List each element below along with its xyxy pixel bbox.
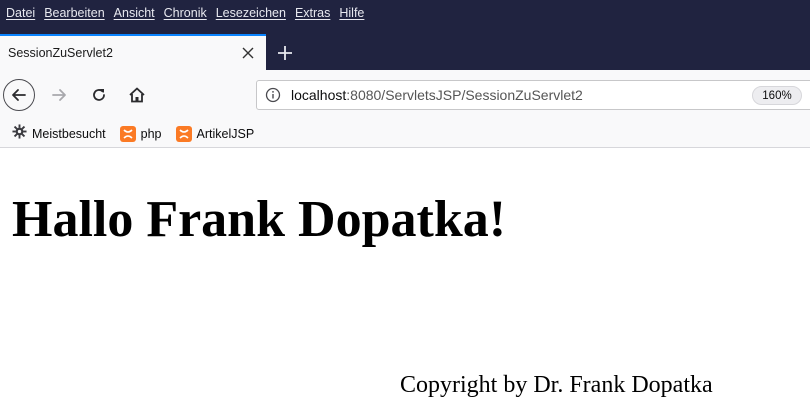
menu-chronik[interactable]: Chronik — [164, 6, 207, 20]
menu-ansicht[interactable]: Ansicht — [114, 6, 155, 20]
bookmark-label: Meistbesucht — [32, 126, 106, 141]
tab-strip: SessionZuServlet2 — [0, 26, 810, 70]
back-arrow-icon[interactable] — [3, 79, 35, 111]
menu-bearbeiten[interactable]: Bearbeiten — [44, 6, 104, 20]
bookmark-artikeljsp[interactable]: ArtikelJSP — [175, 125, 255, 142]
menu-bar: Datei Bearbeiten Ansicht Chronik Lesezei… — [0, 0, 810, 26]
zoom-badge[interactable]: 160% — [752, 86, 802, 105]
bookmark-label: ArtikelJSP — [196, 126, 255, 141]
menu-datei[interactable]: Datei — [6, 6, 35, 20]
url-text[interactable]: localhost:8080/ServletsJSP/SessionZuServ… — [291, 87, 583, 103]
menu-hilfe[interactable]: Hilfe — [339, 6, 364, 20]
gear-icon — [12, 123, 27, 144]
xampp-icon — [175, 125, 192, 142]
page-heading: Hallo Frank Dopatka! — [12, 191, 507, 248]
tab-active[interactable]: SessionZuServlet2 — [0, 34, 266, 70]
bookmark-meistbesucht[interactable]: Meistbesucht — [12, 123, 106, 144]
url-path: :8080/ServletsJSP/SessionZuServlet2 — [346, 87, 583, 103]
tab-title: SessionZuServlet2 — [8, 46, 113, 60]
copyright-text: Copyright by Dr. Frank Dopatka — [400, 372, 713, 398]
home-icon[interactable] — [124, 82, 150, 108]
close-tab-icon[interactable] — [234, 39, 262, 67]
info-icon[interactable] — [259, 87, 287, 103]
xampp-icon — [119, 125, 136, 142]
bookmark-php[interactable]: php — [119, 125, 162, 142]
reload-icon[interactable] — [86, 82, 112, 108]
navigation-toolbar: localhost:8080/ServletsJSP/SessionZuServ… — [0, 70, 810, 120]
menu-extras[interactable]: Extras — [295, 6, 330, 20]
new-tab-plus-icon[interactable] — [270, 38, 300, 68]
bookmarks-toolbar: Meistbesucht php ArtikelJSP — [0, 120, 810, 148]
forward-arrow-icon[interactable] — [46, 82, 72, 108]
bookmark-label: php — [140, 126, 162, 141]
menu-lesezeichen[interactable]: Lesezeichen — [216, 6, 286, 20]
url-host: localhost — [291, 87, 347, 103]
url-bar[interactable]: localhost:8080/ServletsJSP/SessionZuServ… — [256, 80, 810, 110]
